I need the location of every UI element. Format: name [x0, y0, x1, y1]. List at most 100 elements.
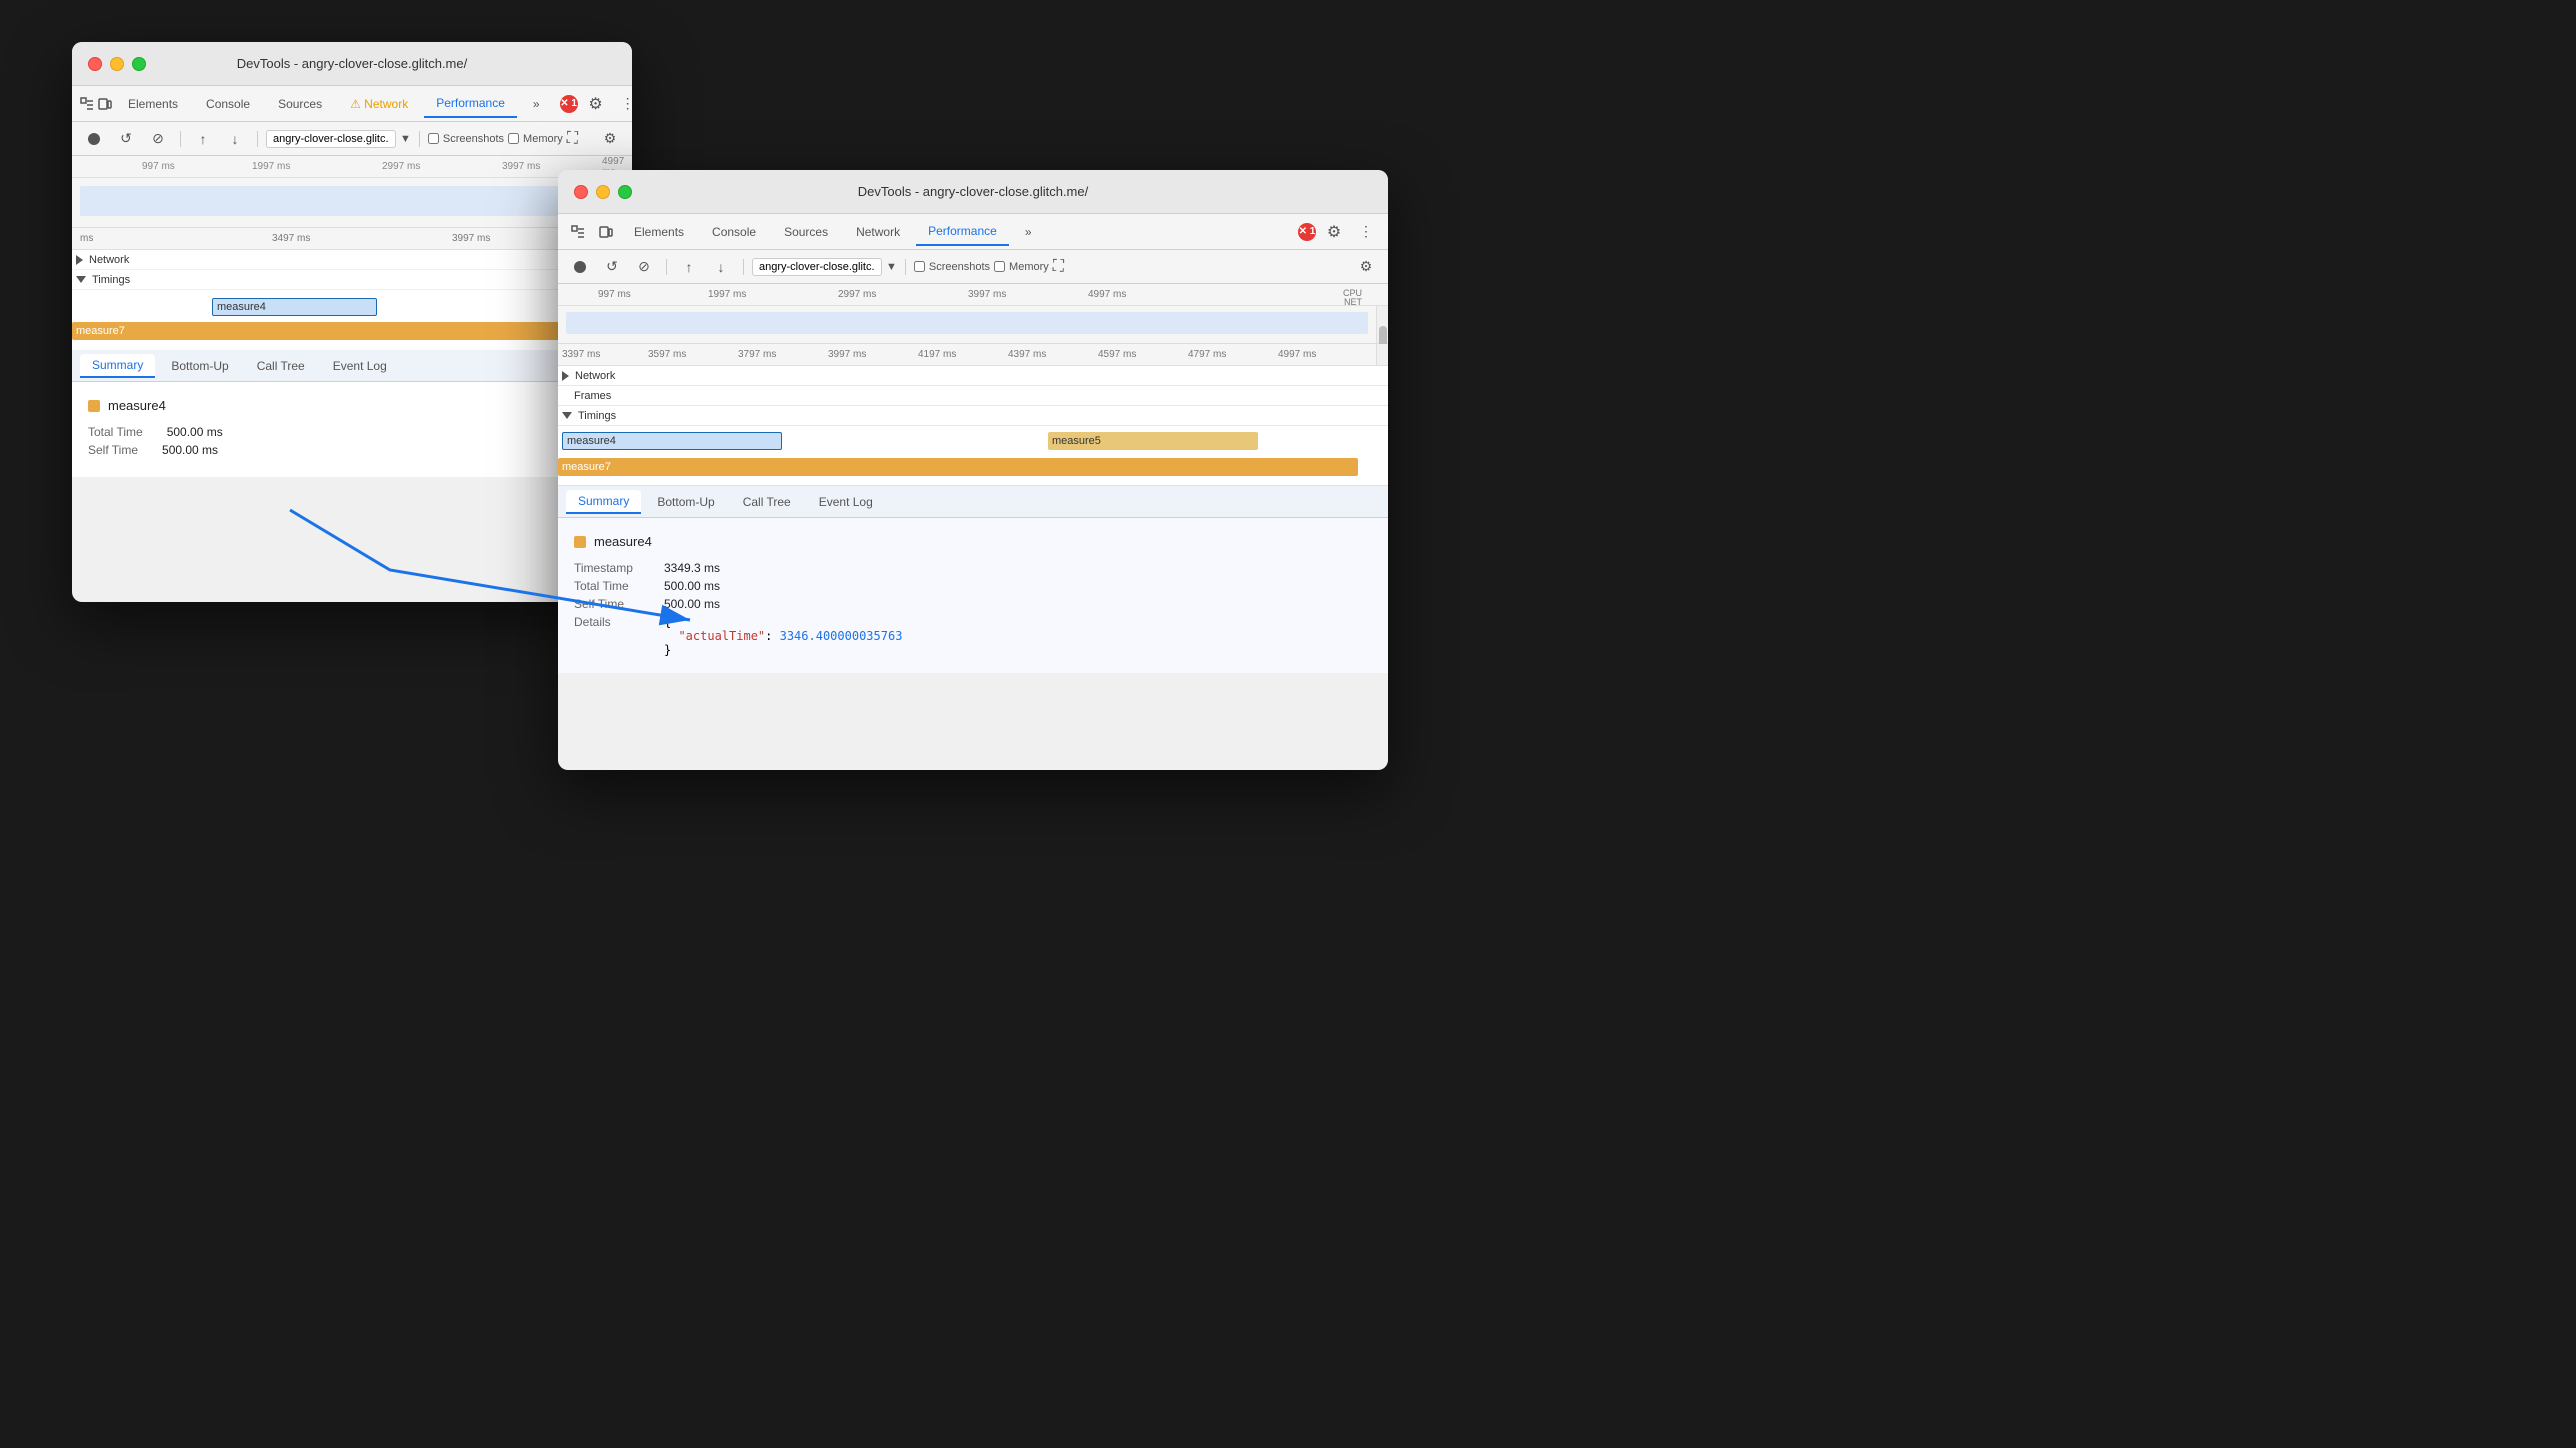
- frames-track-2: Frames: [558, 386, 1388, 406]
- more-button-1[interactable]: ⋮: [614, 90, 632, 118]
- minimize-button-2[interactable]: [596, 185, 610, 199]
- inspect-icon[interactable]: [80, 92, 94, 116]
- timings-expand-icon-2[interactable]: [562, 412, 572, 419]
- device-icon[interactable]: [98, 92, 112, 116]
- network-expand-icon[interactable]: [76, 255, 83, 265]
- record-button-2[interactable]: [566, 253, 594, 281]
- measure4-bar-2[interactable]: measure4: [562, 432, 782, 450]
- perf-settings-2[interactable]: ⚙: [1352, 253, 1380, 281]
- settings-button-2[interactable]: ⚙: [1320, 218, 1348, 246]
- timeline-ruler2-2: 3397 ms 3597 ms 3797 ms 3997 ms 4197 ms …: [558, 344, 1388, 366]
- call-tree-tab-2[interactable]: Call Tree: [731, 491, 803, 513]
- traffic-lights-1: [88, 57, 146, 71]
- url-field-2[interactable]: [752, 258, 882, 276]
- close-button-1[interactable]: [88, 57, 102, 71]
- bottom-up-tab-1[interactable]: Bottom-Up: [159, 355, 240, 377]
- reload-button-2[interactable]: ↺: [598, 253, 626, 281]
- perf-toolbar-2: ↺ ⊘ ↑ ↓ ▼ Screenshots Memory ⛶ ⚙: [558, 250, 1388, 284]
- total-time-value-1: 500.00 ms: [167, 425, 223, 439]
- inspect-icon-2[interactable]: [566, 220, 590, 244]
- tab-console-1[interactable]: Console: [194, 91, 262, 117]
- close-button-2[interactable]: [574, 185, 588, 199]
- window-title-1: DevTools - angry-clover-close.glitch.me/: [237, 56, 467, 71]
- ruler2-3797: 3797 ms: [738, 349, 776, 360]
- upload-button-2[interactable]: ↑: [675, 253, 703, 281]
- timings-track-1: Timings: [72, 270, 632, 290]
- details-value: { "actualTime": 3346.400000035763 }: [664, 615, 1372, 657]
- settings-button-1[interactable]: ⚙: [582, 90, 610, 118]
- device-icon-2[interactable]: [594, 220, 618, 244]
- tab-network-1[interactable]: ⚠ Network: [338, 91, 420, 117]
- tab-sources-2[interactable]: Sources: [772, 219, 840, 245]
- ruler2-mark-3: 3997 ms: [452, 233, 490, 244]
- summary-tab-1[interactable]: Summary: [80, 354, 155, 378]
- minimize-button-1[interactable]: [110, 57, 124, 71]
- ruler-mark-2: 1997 ms: [252, 161, 290, 172]
- measure5-bar-2[interactable]: measure5: [1048, 432, 1258, 450]
- ruler2-3597: 3597 ms: [648, 349, 686, 360]
- screenshots-checkbox-2[interactable]: Screenshots: [914, 261, 990, 273]
- tab-bar-2: Elements Console Sources Network Perform…: [558, 214, 1388, 250]
- titlebar-2: DevTools - angry-clover-close.glitch.me/: [558, 170, 1388, 214]
- tab-elements-2[interactable]: Elements: [622, 219, 696, 245]
- reload-button-1[interactable]: ↺: [112, 125, 140, 153]
- ruler2-3397: 3397 ms: [562, 349, 600, 360]
- timings-track-label: Timings: [92, 274, 130, 286]
- memory-checkbox-1[interactable]: Memory: [508, 133, 563, 145]
- record-button-1[interactable]: [80, 125, 108, 153]
- tab-performance-2[interactable]: Performance: [916, 218, 1009, 246]
- ruler2-4997: 4997 ms: [1278, 349, 1316, 360]
- tab-bar-1: Elements Console Sources ⚠ Network Perfo…: [72, 86, 632, 122]
- total-time-row-1: Total Time 500.00 ms: [88, 425, 616, 439]
- measure-icon-1: [88, 400, 100, 412]
- screenshots-checkbox-1[interactable]: Screenshots: [428, 133, 504, 145]
- ruler-mark-1: 997 ms: [142, 161, 175, 172]
- ruler2-4597: 4597 ms: [1098, 349, 1136, 360]
- tab-network-2[interactable]: Network: [844, 219, 912, 245]
- ruler-3997: 3997 ms: [968, 289, 1006, 300]
- network-track-1: Network: [72, 250, 632, 270]
- download-button-1[interactable]: ↓: [221, 125, 249, 153]
- ruler-4997: 4997 ms: [1088, 289, 1126, 300]
- clear-button-2[interactable]: ⊘: [630, 253, 658, 281]
- measure4-bar-1[interactable]: measure4: [212, 298, 377, 316]
- self-time-row-1: Self Time 500.00 ms: [88, 443, 616, 457]
- perf-settings-1[interactable]: ⚙: [596, 125, 624, 153]
- tab-performance-1[interactable]: Performance: [424, 90, 517, 118]
- tab-more-2[interactable]: »: [1013, 219, 1044, 245]
- maximize-button-2[interactable]: [618, 185, 632, 199]
- network-expand-icon-2[interactable]: [562, 371, 569, 381]
- mini-overview-2: [558, 306, 1388, 344]
- json-value: 3346.400000035763: [780, 629, 903, 643]
- memory-checkbox-2[interactable]: Memory: [994, 261, 1049, 273]
- event-log-tab-1[interactable]: Event Log: [321, 355, 399, 377]
- event-log-tab-2[interactable]: Event Log: [807, 491, 885, 513]
- network-track-2: Network: [558, 366, 1388, 386]
- clear-button-1[interactable]: ⊘: [144, 125, 172, 153]
- call-tree-tab-1[interactable]: Call Tree: [245, 355, 317, 377]
- measure7-bar-2[interactable]: measure7: [558, 458, 1358, 476]
- upload-button-1[interactable]: ↑: [189, 125, 217, 153]
- vertical-scrollbar-2[interactable]: [1376, 306, 1388, 343]
- timings-expand-icon[interactable]: [76, 276, 86, 283]
- ruler-997: 997 ms: [598, 289, 631, 300]
- tab-console-2[interactable]: Console: [700, 219, 768, 245]
- url-field-1[interactable]: [266, 130, 396, 148]
- tab-sources-1[interactable]: Sources: [266, 91, 334, 117]
- network-track-label-2: Network: [575, 370, 615, 382]
- vertical-scrollbar-ruler[interactable]: [1376, 344, 1388, 365]
- frames-track-label: Frames: [574, 390, 611, 402]
- more-button-2[interactable]: ⋮: [1352, 218, 1380, 246]
- window-title-2: DevTools - angry-clover-close.glitch.me/: [858, 184, 1088, 199]
- self-time-value-2: 500.00 ms: [664, 597, 1372, 611]
- tab-more-1[interactable]: »: [521, 91, 552, 117]
- bottom-tabs-1: Summary Bottom-Up Call Tree Event Log: [72, 350, 632, 382]
- tab-elements-1[interactable]: Elements: [116, 91, 190, 117]
- tracks-1: Network Timings measure4 measure7: [72, 250, 632, 350]
- download-button-2[interactable]: ↓: [707, 253, 735, 281]
- timestamp-value: 3349.3 ms: [664, 561, 1372, 575]
- measure7-bar-1[interactable]: measure7: [72, 322, 632, 340]
- ruler-2997: 2997 ms: [838, 289, 876, 300]
- network-track-label: Network: [89, 254, 129, 266]
- maximize-button-1[interactable]: [132, 57, 146, 71]
